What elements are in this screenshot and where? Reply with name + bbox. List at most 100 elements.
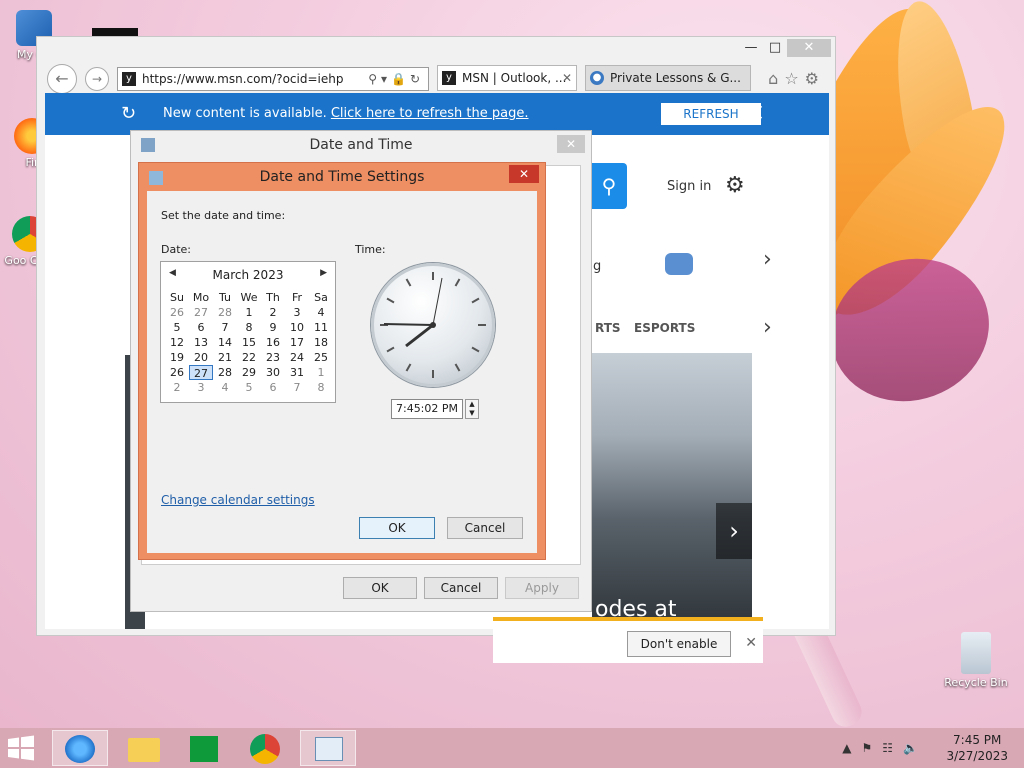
calendar-day[interactable]: 8 — [309, 380, 333, 395]
calendar-day[interactable]: 14 — [213, 335, 237, 350]
change-calendar-settings-link[interactable]: Change calendar settings — [161, 493, 315, 507]
calendar-day[interactable]: 28 — [213, 365, 237, 380]
settings-cancel-button[interactable]: Cancel — [447, 517, 523, 539]
calendar-day[interactable]: 17 — [285, 335, 309, 350]
nav-esports[interactable]: ESPORTS — [634, 321, 695, 335]
notification-text: New content is available. — [163, 106, 327, 121]
calendar-day[interactable]: 22 — [237, 350, 261, 365]
popup-close-icon[interactable]: ✕ — [745, 635, 757, 651]
notification-close-icon[interactable]: ✕ — [745, 99, 765, 127]
news-image[interactable]: › — [592, 353, 752, 629]
tab-close-icon[interactable]: ✕ — [562, 66, 572, 90]
calendar-day[interactable]: 15 — [237, 335, 261, 350]
tab-label: Private Lessons & G... — [610, 71, 741, 85]
calendar-day[interactable]: 16 — [261, 335, 285, 350]
nav-sports[interactable]: RTS — [595, 321, 621, 335]
calendar-day[interactable]: 18 — [309, 335, 333, 350]
calendar-day[interactable]: 4 — [309, 305, 333, 320]
search-button[interactable]: ⚲ — [591, 163, 627, 209]
calendar-day[interactable]: 9 — [261, 320, 285, 335]
date-time-icon — [149, 171, 163, 185]
time-spinner[interactable]: ▲ ▼ — [465, 399, 479, 419]
arrow-left-icon: ← — [55, 69, 69, 88]
calendar-day[interactable]: 20 — [189, 350, 213, 365]
time-input[interactable]: 7:45:02 PM — [391, 399, 463, 419]
calendar-day-selected[interactable]: 27 — [189, 365, 213, 380]
show-hidden-icons[interactable]: ▲ — [842, 741, 861, 755]
calendar-month[interactable]: March 2023 — [161, 268, 335, 282]
chevron-right-icon[interactable]: › — [763, 247, 772, 272]
address-tools[interactable]: ⚲▾🔒↻ — [368, 68, 424, 90]
calendar-day[interactable]: 27 — [189, 305, 213, 320]
taskbar-store[interactable] — [178, 730, 234, 766]
volume-icon[interactable]: 🔈 — [903, 741, 928, 755]
spin-down-icon[interactable]: ▼ — [469, 409, 474, 417]
home-icon[interactable]: ⌂ — [768, 69, 784, 88]
settings-gear-icon[interactable]: ⚙ — [725, 173, 745, 198]
calendar-day[interactable]: 19 — [165, 350, 189, 365]
calendar-day[interactable]: 2 — [165, 380, 189, 395]
calendar-day[interactable]: 5 — [165, 320, 189, 335]
calendar-day[interactable]: 4 — [213, 380, 237, 395]
cancel-button[interactable]: Cancel — [424, 577, 498, 599]
taskbar-file-explorer[interactable] — [116, 730, 172, 766]
close-button[interactable]: ✕ — [787, 39, 831, 57]
chevron-right-icon[interactable]: › — [763, 315, 772, 340]
calendar-day[interactable]: 25 — [309, 350, 333, 365]
calendar-day[interactable]: 24 — [285, 350, 309, 365]
taskbar-chrome[interactable] — [238, 730, 294, 766]
maximize-button[interactable]: □ — [761, 39, 789, 57]
dialog-close-button[interactable]: ✕ — [557, 135, 585, 153]
calendar-day[interactable]: 1 — [309, 365, 333, 380]
flag-icon[interactable]: ⚑ — [862, 741, 883, 755]
analog-clock — [371, 263, 495, 387]
taskbar-clock[interactable]: 7:45 PM 3/27/2023 — [946, 732, 1008, 764]
calendar-day[interactable]: 10 — [285, 320, 309, 335]
refresh-link[interactable]: Click here to refresh the page. — [331, 106, 529, 121]
network-icon[interactable]: ☷ — [882, 741, 903, 755]
calendar-day[interactable]: 31 — [285, 365, 309, 380]
calendar-day[interactable]: 30 — [261, 365, 285, 380]
forward-button[interactable]: → — [85, 67, 109, 91]
calendar-day[interactable]: 26 — [165, 365, 189, 380]
calendar-day[interactable]: 23 — [261, 350, 285, 365]
calendar-day[interactable]: 7 — [213, 320, 237, 335]
settings-close-button[interactable]: ✕ — [509, 165, 539, 183]
calendar-day[interactable]: 29 — [237, 365, 261, 380]
back-button[interactable]: ← — [47, 64, 77, 94]
taskbar-date-time[interactable] — [300, 730, 356, 766]
apply-button[interactable]: Apply — [505, 577, 579, 599]
globe-icon: ● — [590, 71, 604, 85]
calendar-day[interactable]: 2 — [261, 305, 285, 320]
calendar-day[interactable]: 3 — [285, 305, 309, 320]
weather-icon[interactable] — [665, 253, 693, 275]
calendar-day[interactable]: 5 — [237, 380, 261, 395]
sign-in-link[interactable]: Sign in — [667, 179, 711, 194]
calendar-day[interactable]: 12 — [165, 335, 189, 350]
calendar-day[interactable]: 11 — [309, 320, 333, 335]
calendar-day[interactable]: 6 — [261, 380, 285, 395]
calendar-day[interactable]: 7 — [285, 380, 309, 395]
carousel-next-button[interactable]: › — [716, 503, 752, 559]
calendar-day[interactable]: 3 — [189, 380, 213, 395]
calendar-day[interactable]: 21 — [213, 350, 237, 365]
calendar-day[interactable]: 1 — [237, 305, 261, 320]
start-button[interactable] — [6, 734, 42, 762]
tab-msn[interactable]: y MSN | Outlook, ... ✕ — [437, 65, 577, 91]
ok-button[interactable]: OK — [343, 577, 417, 599]
tab-private-lessons[interactable]: ● Private Lessons & G... — [585, 65, 751, 91]
spin-up-icon[interactable]: ▲ — [469, 400, 474, 408]
calendar-day[interactable]: 13 — [189, 335, 213, 350]
taskbar-ie[interactable] — [52, 730, 108, 766]
settings-ok-button[interactable]: OK — [359, 517, 435, 539]
dont-enable-button[interactable]: Don't enable — [627, 631, 731, 657]
calendar-day[interactable]: 8 — [237, 320, 261, 335]
address-bar[interactable]: y https://www.msn.com/?ocid=iehp ⚲▾🔒↻ — [117, 67, 429, 91]
desktop-icon-recycle-bin[interactable]: Recycle Bin — [944, 632, 1008, 689]
star-icon[interactable]: ☆ — [784, 69, 804, 88]
calendar-day[interactable]: 6 — [189, 320, 213, 335]
calendar-day[interactable]: 28 — [213, 305, 237, 320]
calendar-day[interactable]: 26 — [165, 305, 189, 320]
next-month-icon[interactable]: ▶ — [320, 268, 327, 278]
gear-icon[interactable]: ⚙ — [805, 69, 825, 88]
